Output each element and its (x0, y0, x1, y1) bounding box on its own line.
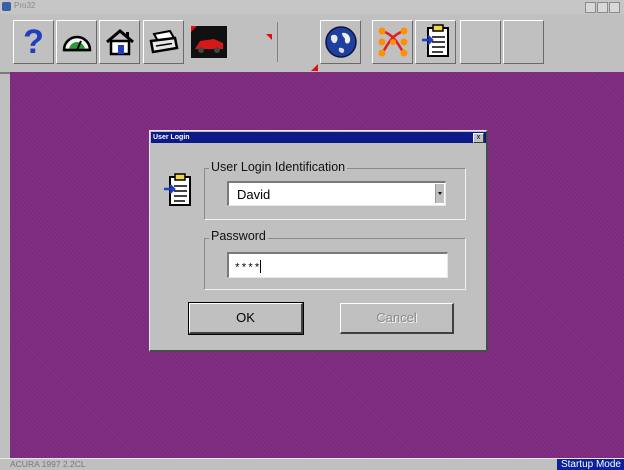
printer-icon (149, 29, 178, 54)
password-label: Password (209, 229, 268, 243)
status-bar: ACURA 1997 2.2CL Startup Mode (0, 458, 624, 470)
globe-icon (324, 26, 357, 58)
close-icon[interactable]: x (473, 133, 484, 143)
toolbar: ? (0, 14, 624, 74)
user-select[interactable]: David (227, 181, 446, 206)
home-icon (105, 29, 134, 56)
close-window-button[interactable] (609, 2, 620, 13)
gauge-icon (62, 35, 91, 52)
gauge-button[interactable] (56, 20, 97, 64)
user-id-label: User Login Identification (209, 160, 348, 174)
network-button[interactable] (372, 20, 413, 64)
print-button[interactable] (143, 20, 184, 64)
window-controls (585, 2, 620, 13)
empty-toolbar-slot (460, 20, 501, 64)
help-button[interactable]: ? (13, 20, 54, 64)
password-field[interactable]: **** (227, 252, 448, 278)
network-icon (378, 27, 407, 57)
clipboard-login-icon (164, 173, 191, 206)
help-icon: ? (23, 23, 44, 61)
vehicle-button[interactable] (188, 20, 229, 64)
home-button[interactable] (99, 20, 140, 64)
minimize-button[interactable] (585, 2, 596, 13)
corner-marker-icon (311, 64, 318, 71)
text-caret (260, 260, 262, 273)
dialog-title: User Login (153, 134, 190, 141)
cancel-button[interactable]: Cancel (340, 303, 454, 334)
ok-button[interactable]: OK (188, 302, 304, 335)
password-value: **** (234, 263, 261, 275)
window-title: Pro32 (14, 1, 36, 10)
globe-button[interactable] (320, 20, 361, 64)
user-select-value: David (237, 187, 271, 202)
car-icon (190, 26, 227, 58)
corner-marker-icon (266, 34, 272, 40)
vehicle-info: ACURA 1997 2.2CL (10, 459, 86, 469)
mode-indicator: Startup Mode (556, 459, 624, 470)
empty-toolbar-slot (503, 20, 544, 64)
toolbar-separator (277, 22, 278, 62)
window-titlebar: Pro32 (0, 0, 624, 15)
maximize-button[interactable] (597, 2, 608, 13)
chevron-down-icon[interactable] (435, 184, 444, 203)
login-button[interactable] (415, 20, 456, 64)
dialog-titlebar: User Login x (151, 132, 486, 143)
clipboard-login-icon (421, 24, 449, 57)
app-icon (2, 2, 11, 11)
